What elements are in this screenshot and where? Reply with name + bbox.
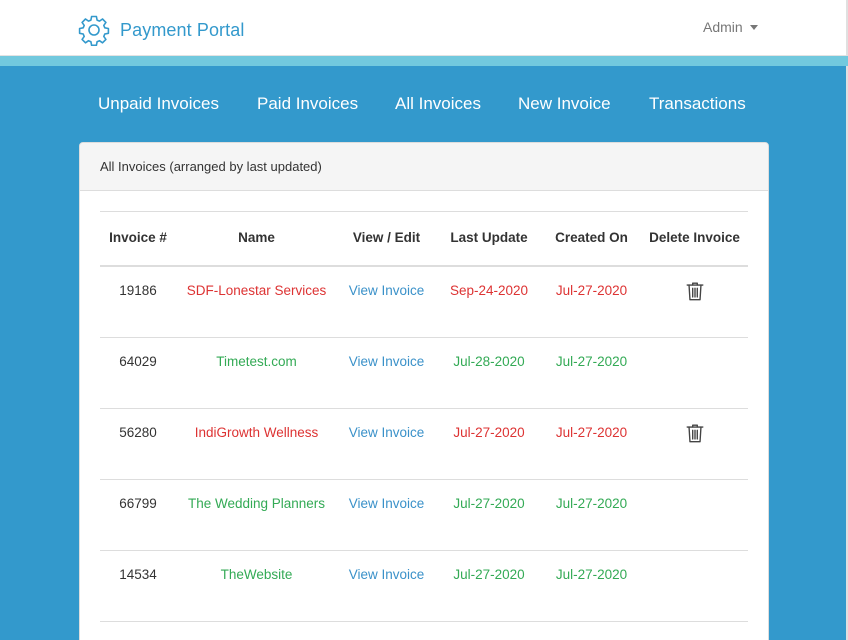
table-row: 64029 Timetest.com View Invoice Jul-28-2020… — [100, 337, 748, 409]
last-update-date: Jul-27-2020 — [436, 479, 542, 551]
view-invoice-link[interactable]: View Invoice — [349, 283, 425, 298]
created-on-date: Jul-27-2020 — [542, 550, 641, 622]
delete-cell — [641, 550, 748, 622]
admin-label: Admin — [703, 19, 743, 35]
created-on-date: Jul-27-2020 — [542, 479, 641, 551]
invoice-number: 66799 — [100, 479, 176, 551]
view-invoice-link[interactable]: View Invoice — [349, 425, 425, 440]
col-last-update: Last Update — [436, 211, 542, 267]
client-name: The Wedding Planners — [176, 479, 337, 551]
invoice-number: 64029 — [100, 337, 176, 409]
col-name: Name — [176, 211, 337, 267]
client-name: IndiGrowth Wellness — [176, 408, 337, 480]
view-invoice-link[interactable]: View Invoice — [349, 496, 425, 511]
nav-unpaid-invoices[interactable]: Unpaid Invoices — [98, 94, 219, 114]
col-delete-invoice: Delete Invoice — [641, 211, 748, 267]
nav-new-invoice[interactable]: New Invoice — [518, 94, 611, 114]
last-update-date: Jul-28-2020 — [436, 337, 542, 409]
created-on-date: Jul-27-2020 — [542, 408, 641, 480]
invoices-panel: All Invoices (arranged by last updated) … — [79, 142, 769, 640]
col-view-edit: View / Edit — [337, 211, 436, 267]
delete-cell — [641, 266, 748, 338]
table-row: 66799 The Wedding Planners View Invoice Jul… — [100, 479, 748, 551]
created-on-date: Jul-27-2020 — [542, 337, 641, 409]
admin-menu[interactable]: Admin — [703, 19, 758, 35]
delete-cell — [641, 337, 748, 409]
table-header-row: Invoice # Name View / Edit Last Update C… — [100, 211, 748, 267]
main-nav: Unpaid Invoices Paid Invoices All Invoic… — [0, 66, 848, 142]
caret-down-icon — [749, 24, 758, 30]
nav-all-invoices[interactable]: All Invoices — [395, 94, 481, 114]
brand[interactable]: Payment Portal — [78, 14, 244, 46]
accent-strip — [0, 56, 848, 66]
created-on-date: Jul-27-2020 — [542, 266, 641, 338]
trash-icon[interactable] — [684, 280, 706, 302]
panel-title: All Invoices (arranged by last updated) — [80, 143, 768, 191]
table-row: 56280 IndiGrowth Wellness View Invoice Jul-… — [100, 408, 748, 480]
col-created-on: Created On — [542, 211, 641, 267]
view-invoice-link[interactable]: View Invoice — [349, 567, 425, 582]
delete-cell — [641, 479, 748, 551]
view-invoice-link[interactable]: View Invoice — [349, 354, 425, 369]
client-name: TheWebsite — [176, 550, 337, 622]
invoice-number: 19186 — [100, 266, 176, 338]
table-row: 14534 TheWebsite View Invoice Jul-27-2020 Ju… — [100, 550, 748, 622]
invoices-table: Invoice # Name View / Edit Last Update C… — [100, 211, 748, 622]
table-row: 19186 SDF-Lonestar Services View Invoice Se… — [100, 266, 748, 338]
nav-transactions[interactable]: Transactions — [649, 94, 746, 114]
last-update-date: Jul-27-2020 — [436, 550, 542, 622]
brand-name: Payment Portal — [120, 19, 245, 40]
col-invoice-number: Invoice # — [100, 211, 176, 267]
invoice-number: 56280 — [100, 408, 176, 480]
last-update-date: Sep-24-2020 — [436, 266, 542, 338]
trash-icon[interactable] — [684, 422, 706, 444]
last-update-date: Jul-27-2020 — [436, 408, 542, 480]
client-name: SDF-Lonestar Services — [176, 266, 337, 338]
client-name: Timetest.com — [176, 337, 337, 409]
gear-icon — [78, 14, 110, 46]
top-navbar: Payment Portal Admin — [0, 0, 848, 56]
invoice-number: 14534 — [100, 550, 176, 622]
nav-paid-invoices[interactable]: Paid Invoices — [257, 94, 358, 114]
delete-cell — [641, 408, 748, 480]
